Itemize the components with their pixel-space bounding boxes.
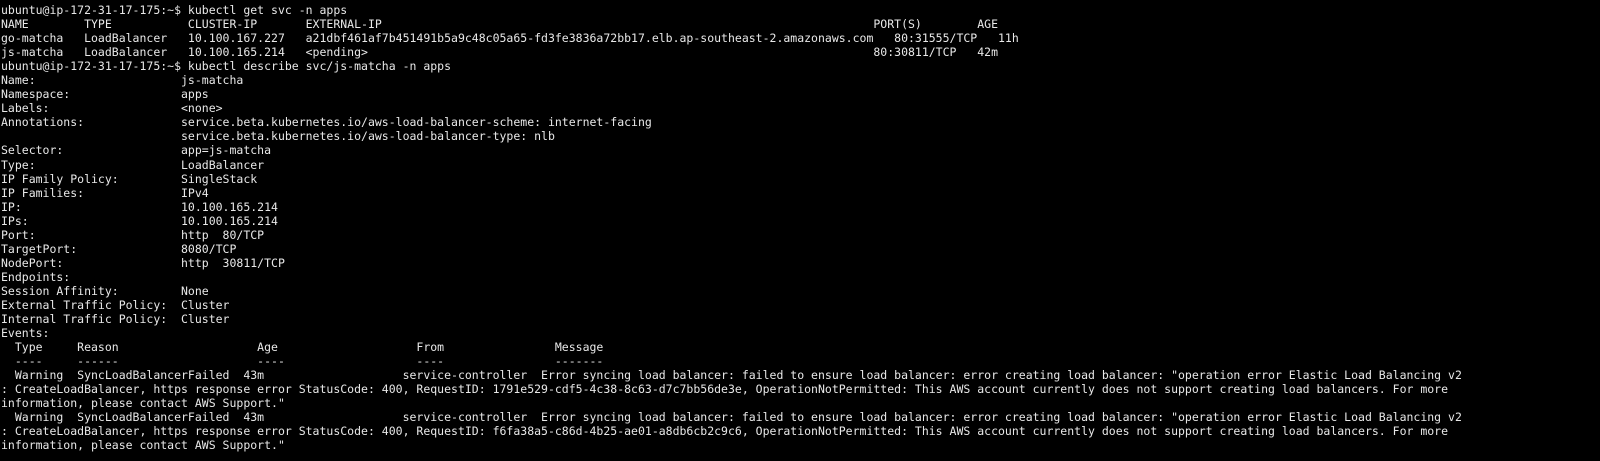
terminal-line: Internal Traffic Policy: Cluster: [1, 312, 230, 327]
terminal-line: information, please contact AWS Support.…: [1, 396, 285, 411]
terminal-line: service.beta.kubernetes.io/aws-load-bala…: [1, 129, 555, 144]
terminal-line: ---- ------ ---- ---- -------: [1, 354, 604, 369]
terminal-window[interactable]: ubuntu@ip-172-31-17-175:~$ kubectl get s…: [0, 0, 1600, 461]
terminal-line: Annotations: service.beta.kubernetes.io/…: [1, 115, 652, 130]
terminal-line: Events:: [1, 326, 50, 341]
terminal-line: Selector: app=js-matcha: [1, 143, 272, 158]
terminal-line: NAME TYPE CLUSTER-IP EXTERNAL-IP PORT(S)…: [1, 17, 998, 32]
terminal-line: : CreateLoadBalancer, https response err…: [1, 424, 1449, 439]
terminal-line: IP: 10.100.165.214: [1, 199, 278, 214]
terminal-line: Endpoints:: [1, 269, 71, 284]
terminal-line: go-matcha LoadBalancer 10.100.167.227 a2…: [1, 31, 1019, 46]
terminal-line: Namespace: apps: [1, 87, 209, 102]
terminal-line: NodePort: http 30811/TCP: [1, 255, 285, 270]
terminal-line: Session Affinity: None: [1, 283, 209, 298]
terminal-line: Labels: <none>: [1, 101, 223, 116]
terminal-line: IP Family Policy: SingleStack: [1, 171, 258, 186]
terminal-line: : CreateLoadBalancer, https response err…: [1, 382, 1449, 397]
terminal-line: IP Families: IPv4: [1, 185, 209, 200]
terminal-line: Port: http 80/TCP: [1, 227, 265, 242]
terminal-line: information, please contact AWS Support.…: [1, 438, 285, 453]
terminal-line: ubuntu@ip-172-31-17-175:~$ kubectl get s…: [1, 3, 348, 17]
terminal-line: External Traffic Policy: Cluster: [1, 297, 230, 312]
terminal-line: ubuntu@ip-172-31-17-175:~$ kubectl descr…: [1, 59, 452, 74]
terminal-line: TargetPort: 8080/TCP: [1, 241, 237, 256]
terminal-line: Name: js-matcha: [1, 73, 244, 88]
terminal-line: IPs: 10.100.165.214: [1, 213, 278, 228]
terminal-line: Warning SyncLoadBalancerFailed 43m servi…: [1, 410, 1462, 425]
terminal-line: Type Reason Age From Message: [1, 340, 604, 355]
terminal-line: js-matcha LoadBalancer 10.100.165.214 <p…: [1, 45, 998, 60]
terminal-line: Warning SyncLoadBalancerFailed 43m servi…: [1, 368, 1462, 383]
terminal-line: Type: LoadBalancer: [1, 157, 265, 172]
